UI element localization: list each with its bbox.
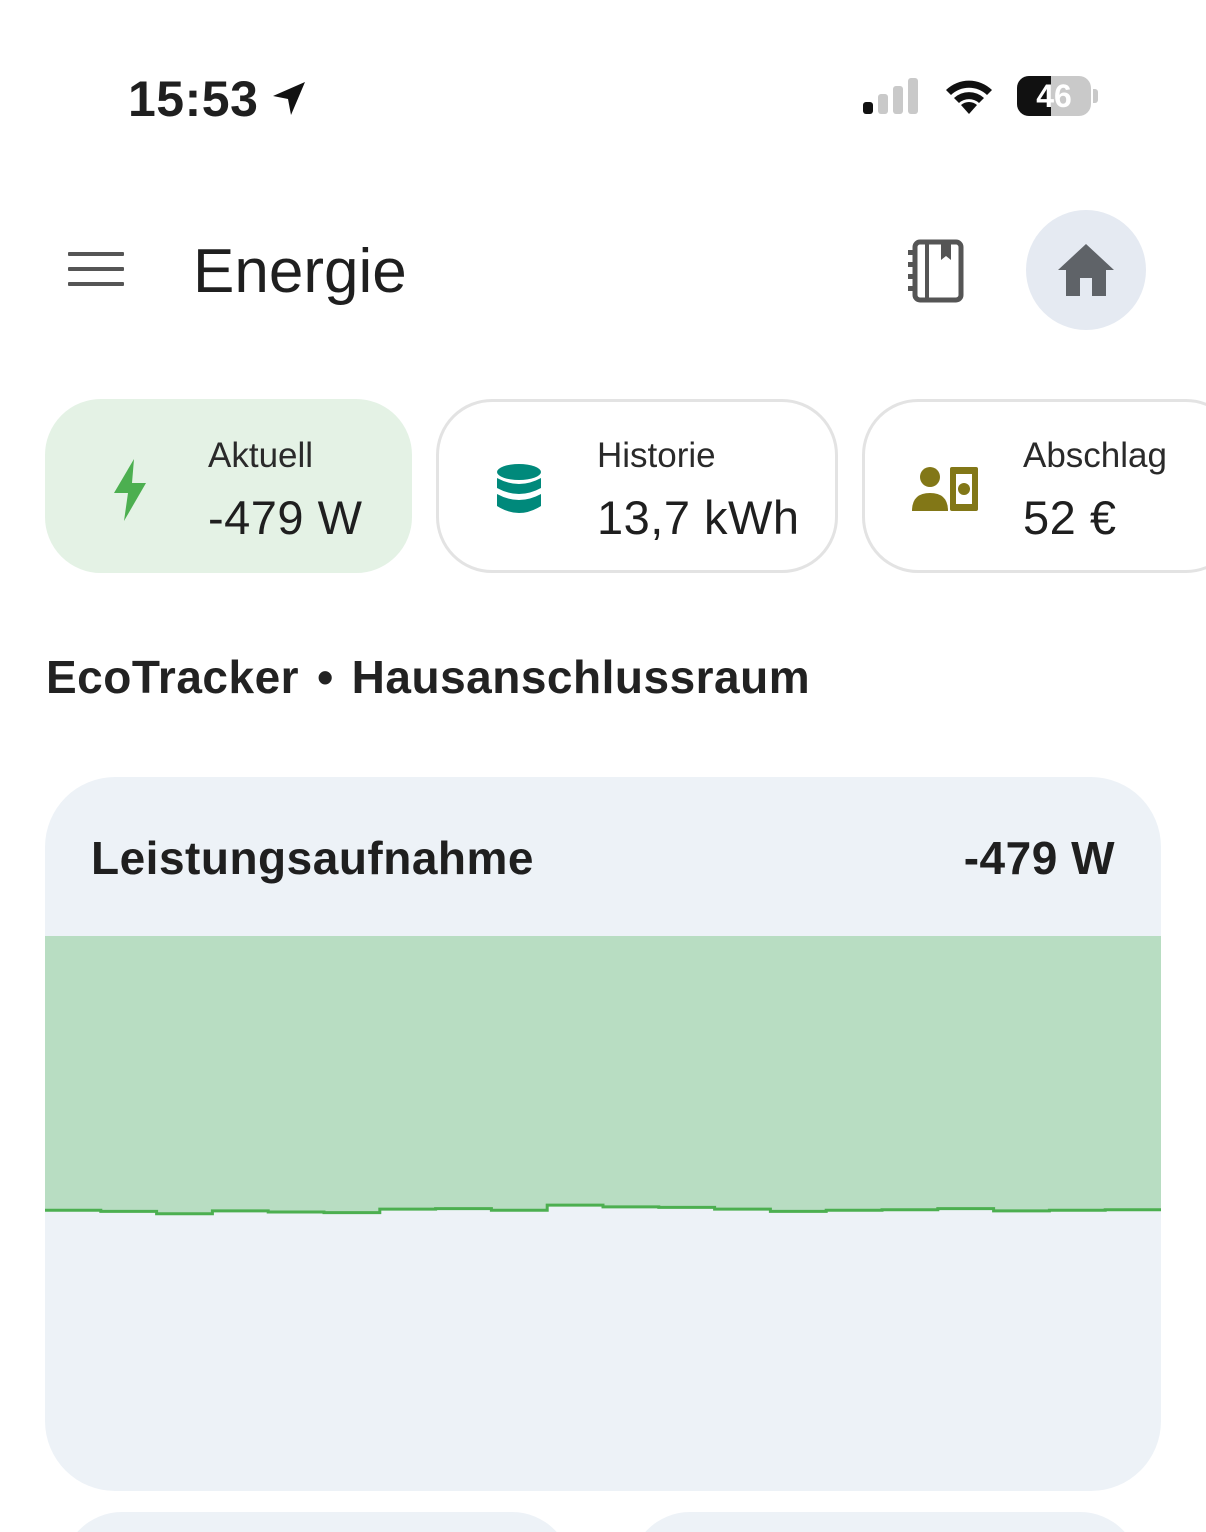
device-location-line: EcoTracker • Hausanschlussraum (46, 650, 810, 704)
chip-abschlag[interactable]: Abschlag 52 € (862, 399, 1206, 573)
power-chart (45, 936, 1161, 1216)
chart-area (45, 936, 1161, 1214)
page-title: Energie (193, 237, 407, 306)
next-card-right[interactable] (630, 1512, 1140, 1532)
chip-value: 13,7 kWh (597, 491, 800, 544)
home-icon (1058, 244, 1114, 296)
cellular-signal-icon (863, 78, 918, 114)
chip-historie[interactable]: Historie 13,7 kWh (436, 399, 838, 573)
card-value: -479 W (963, 832, 1115, 884)
contact-money-icon (911, 460, 981, 520)
power-card[interactable]: Leistungsaufnahme -479 W (45, 777, 1161, 1491)
battery-percent: 46 (1036, 77, 1072, 114)
menu-icon[interactable] (68, 252, 124, 292)
lightning-bolt-icon (100, 459, 160, 521)
device-name: EcoTracker (46, 651, 300, 703)
chip-value: 52 € (1023, 491, 1117, 544)
home-button[interactable] (1026, 210, 1146, 330)
database-icon (489, 460, 549, 520)
battery-indicator: 46 (1017, 76, 1098, 116)
battery-cap (1093, 89, 1098, 103)
separator-dot: • (317, 651, 334, 703)
status-time-text: 15:53 (128, 71, 259, 127)
chip-value: -479 W (208, 491, 363, 544)
next-card-left[interactable] (62, 1512, 572, 1532)
battery-icon: 46 (1017, 76, 1091, 116)
notebook-button[interactable] (905, 238, 967, 304)
chip-label: Abschlag (1023, 436, 1167, 475)
card-title: Leistungsaufnahme (91, 832, 535, 884)
location-arrow-icon (273, 82, 306, 115)
chip-aktuell[interactable]: Aktuell -479 W (45, 399, 412, 573)
chip-label: Historie (597, 436, 716, 475)
app-screen: 15:53 46 Energie Aktuell -479 W Historie… (0, 0, 1206, 1532)
status-time: 15:53 (128, 70, 308, 128)
chip-label: Aktuell (208, 436, 314, 475)
status-indicators: 46 (861, 76, 1098, 116)
device-location: Hausanschlussraum (351, 651, 811, 703)
notebook-icon (908, 239, 964, 303)
wifi-icon (946, 80, 992, 114)
